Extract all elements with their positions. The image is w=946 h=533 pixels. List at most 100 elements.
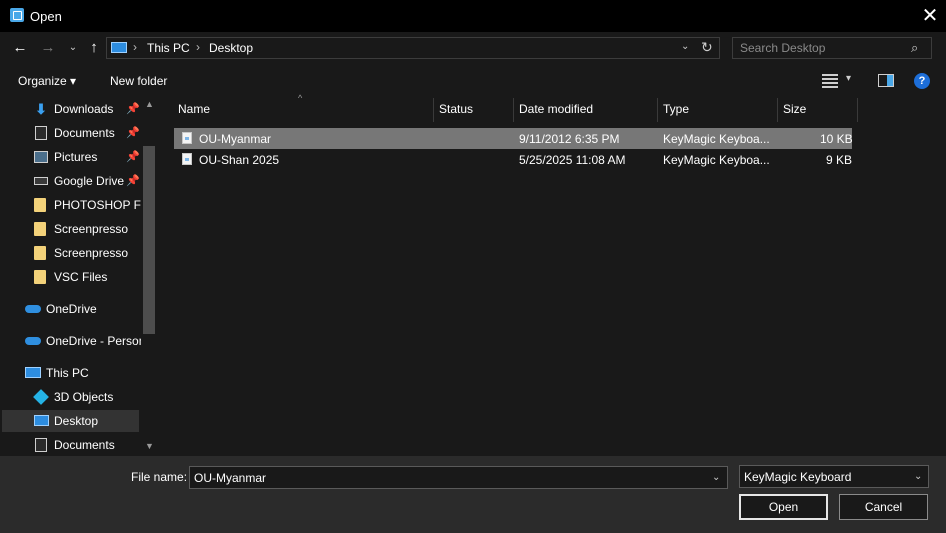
sidebar-item-label: 3D Objects xyxy=(54,390,114,404)
dialog-footer: File name: OU-Myanmar ⌄ KeyMagic Keyboar… xyxy=(0,456,946,533)
column-divider[interactable] xyxy=(777,98,778,122)
folder-icon xyxy=(34,198,46,212)
back-arrow-icon[interactable]: ← xyxy=(10,38,30,58)
folder-icon xyxy=(34,246,46,260)
window-title: Open xyxy=(30,9,62,24)
sidebar-item-documents[interactable]: Documents xyxy=(0,434,140,456)
command-toolbar: Organize ▾ New folder ▾ ? xyxy=(0,66,946,96)
breadcrumb-chevron-icon[interactable]: › xyxy=(133,40,137,54)
view-options-icon[interactable] xyxy=(822,74,838,88)
pin-icon[interactable]: 📌 xyxy=(126,102,140,115)
address-dropdown-icon[interactable]: ⌄ xyxy=(681,41,689,52)
recent-locations-chevron-icon[interactable]: ⌄ xyxy=(66,38,80,58)
open-button[interactable]: Open xyxy=(739,494,828,520)
file-list: ^ Name Status Date modified Type Size OU… xyxy=(160,93,946,456)
sidebar-item-label: Documents xyxy=(54,126,115,140)
up-arrow-icon[interactable]: ↑ xyxy=(84,38,104,58)
sidebar-item-screenpresso[interactable]: Screenpresso xyxy=(0,242,140,264)
column-header-type[interactable]: Type xyxy=(663,102,689,116)
folder-icon xyxy=(34,270,46,284)
sidebar-item-label: Pictures xyxy=(54,150,98,164)
cube-icon xyxy=(33,389,49,405)
breadcrumb-desktop[interactable]: Desktop xyxy=(209,41,253,55)
file-type: KeyMagic Keyboa... xyxy=(663,132,770,146)
file-size: 10 KB xyxy=(820,132,853,146)
file-name-value[interactable]: OU-Myanmar xyxy=(194,471,266,485)
file-name-dropdown-icon[interactable]: ⌄ xyxy=(712,472,720,483)
scroll-down-icon[interactable]: ▼ xyxy=(145,441,154,451)
organize-button[interactable]: Organize ▾ xyxy=(18,74,76,88)
column-header-date-modified[interactable]: Date modified xyxy=(519,102,593,116)
document-icon xyxy=(35,438,47,452)
column-divider[interactable] xyxy=(433,98,434,122)
column-divider[interactable] xyxy=(513,98,514,122)
sidebar-item-documents[interactable]: Documents 📌 xyxy=(0,122,140,144)
window-app-icon xyxy=(10,8,24,22)
forward-arrow-icon[interactable]: → xyxy=(38,38,58,58)
sidebar-item-label: Downloads xyxy=(54,102,114,116)
preview-pane-icon[interactable] xyxy=(878,74,894,87)
download-icon: ⬇ xyxy=(35,101,47,117)
sidebar-item-screenpresso[interactable]: Screenpresso xyxy=(0,218,140,240)
drive-icon xyxy=(34,177,48,185)
keymagic-file-icon xyxy=(182,153,192,165)
sidebar-item-onedrive[interactable]: OneDrive xyxy=(0,298,140,320)
keymagic-file-icon xyxy=(182,132,192,144)
pin-icon[interactable]: 📌 xyxy=(126,126,140,139)
search-input[interactable]: Search Desktop xyxy=(740,41,825,55)
column-header-size[interactable]: Size xyxy=(783,102,806,116)
sidebar-item-google-drive[interactable]: Google Drive 📌 xyxy=(0,170,140,192)
search-icon: ⌕ xyxy=(911,40,919,55)
file-type: KeyMagic Keyboa... xyxy=(663,153,770,167)
sidebar-item-downloads[interactable]: ⬇ Downloads 📌 xyxy=(0,98,140,120)
file-name-field[interactable]: OU-Myanmar ⌄ xyxy=(189,466,728,489)
sidebar-item-this-pc[interactable]: This PC xyxy=(0,362,140,384)
close-button[interactable]: ✕ xyxy=(918,4,942,28)
search-box[interactable]: Search Desktop ⌕ xyxy=(732,37,932,59)
sidebar-item-label: Screenpresso xyxy=(54,246,129,260)
column-divider[interactable] xyxy=(857,98,858,122)
sort-ascending-icon: ^ xyxy=(298,93,303,103)
view-dropdown-icon[interactable]: ▾ xyxy=(846,73,851,84)
file-row[interactable]: OU-Shan 2025 5/25/2025 11:08 AM KeyMagic… xyxy=(174,149,852,170)
breadcrumb-this-pc[interactable]: This PC xyxy=(147,41,190,55)
pin-icon[interactable]: 📌 xyxy=(126,150,140,163)
sidebar-item-pictures[interactable]: Pictures 📌 xyxy=(0,146,140,168)
file-type-select[interactable]: KeyMagic Keyboard ⌄ xyxy=(739,465,929,488)
breadcrumb-chevron-icon[interactable]: › xyxy=(196,40,200,54)
column-header-status[interactable]: Status xyxy=(439,102,473,116)
file-type-dropdown-icon[interactable]: ⌄ xyxy=(914,471,922,482)
column-divider[interactable] xyxy=(657,98,658,122)
sidebar-item-label: OneDrive - Personal xyxy=(46,334,155,348)
sidebar-item-label: Google Drive xyxy=(54,174,125,188)
scroll-up-icon[interactable]: ▲ xyxy=(145,99,154,109)
file-name: OU-Myanmar xyxy=(199,132,272,146)
sidebar-scrollbar-thumb[interactable] xyxy=(143,146,155,334)
pictures-icon xyxy=(34,151,48,163)
file-row[interactable]: OU-Myanmar 9/11/2012 6:35 PM KeyMagic Ke… xyxy=(174,128,853,149)
sidebar-item-desktop[interactable]: Desktop xyxy=(2,410,139,432)
title-bar: Open ✕ xyxy=(0,0,946,32)
pin-icon[interactable]: 📌 xyxy=(126,174,140,187)
address-bar[interactable]: › This PC › Desktop ⌄ ↻ xyxy=(106,37,720,59)
refresh-icon[interactable]: ↻ xyxy=(701,39,713,56)
folder-icon xyxy=(34,222,46,236)
sidebar-item-label: This PC xyxy=(46,366,89,380)
sidebar-item-onedrive-personal[interactable]: OneDrive - Personal xyxy=(0,330,155,352)
computer-icon xyxy=(25,367,41,378)
file-size: 9 KB xyxy=(826,153,853,167)
column-header-name[interactable]: Name xyxy=(178,102,210,116)
navigation-bar: ← → ⌄ ↑ › This PC › Desktop ⌄ ↻ Search D… xyxy=(0,32,946,66)
sidebar-item-vsc-files[interactable]: VSC Files xyxy=(0,266,140,288)
file-type-value: KeyMagic Keyboard xyxy=(744,470,852,484)
sidebar-item-label: Desktop xyxy=(54,414,99,428)
desktop-icon xyxy=(34,415,49,426)
new-folder-button[interactable]: New folder xyxy=(110,74,167,88)
help-icon[interactable]: ? xyxy=(914,73,930,89)
file-name: OU-Shan 2025 xyxy=(199,153,280,167)
sidebar-item-3d-objects[interactable]: 3D Objects xyxy=(0,386,140,408)
navigation-pane: ⬇ Downloads 📌 Documents 📌 Pictures 📌 Goo… xyxy=(0,96,158,456)
cancel-button[interactable]: Cancel xyxy=(839,494,928,520)
computer-icon xyxy=(111,42,127,53)
sidebar-item-photoshop-files[interactable]: PHOTOSHOP Files xyxy=(0,194,158,216)
